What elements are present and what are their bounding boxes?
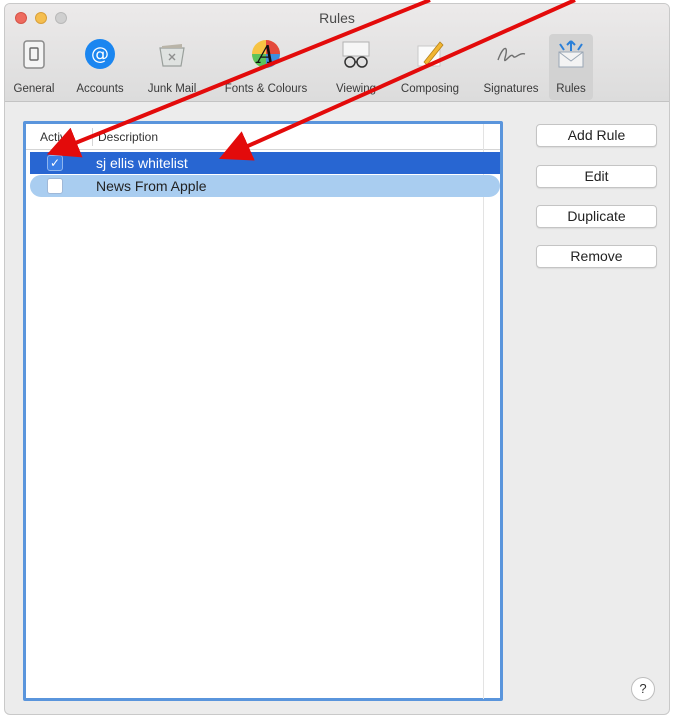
edit-button[interactable]: Edit — [536, 165, 657, 188]
svg-text:A: A — [255, 41, 274, 69]
help-button[interactable]: ? — [631, 677, 655, 701]
rules-envelope-icon — [555, 38, 587, 70]
rule-active-checkbox[interactable]: ✓ — [47, 155, 63, 171]
fonts-colours-icon: A — [250, 38, 282, 70]
tab-viewing[interactable]: Viewing — [327, 34, 385, 100]
tab-rules[interactable]: Rules — [549, 34, 593, 100]
rule-description: sj ellis whitelist — [96, 155, 188, 171]
rules-table[interactable]: Active Description ✓ sj ellis whitelist … — [23, 121, 503, 701]
column-header-description[interactable]: Description — [98, 130, 158, 144]
titlebar: Rules General @ Accounts Junk Mail A Fon… — [5, 4, 669, 102]
tab-accounts[interactable]: @ Accounts — [65, 34, 135, 100]
column-divider — [483, 124, 484, 699]
pencil-icon — [414, 38, 446, 70]
rule-description: News From Apple — [96, 178, 207, 194]
rules-pane: Active Description ✓ sj ellis whitelist … — [5, 103, 669, 714]
add-rule-button[interactable]: Add Rule — [536, 124, 657, 147]
signature-icon — [495, 38, 527, 70]
table-row[interactable]: News From Apple — [30, 175, 500, 197]
tab-general[interactable]: General — [5, 34, 63, 100]
preferences-window: Rules General @ Accounts Junk Mail A Fon… — [4, 3, 670, 715]
glasses-icon — [340, 38, 372, 70]
general-switch-icon — [18, 38, 50, 70]
window-title: Rules — [319, 10, 355, 26]
tab-junk-mail[interactable]: Junk Mail — [137, 34, 207, 100]
junk-tray-icon — [156, 38, 188, 70]
at-sign-icon: @ — [84, 38, 116, 70]
remove-button[interactable]: Remove — [536, 245, 657, 268]
column-header-active[interactable]: Active — [40, 130, 73, 144]
tab-composing[interactable]: Composing — [389, 34, 471, 100]
svg-text:@: @ — [91, 44, 109, 65]
tab-fonts-colours[interactable]: A Fonts & Colours — [209, 34, 323, 100]
tab-signatures[interactable]: Signatures — [475, 34, 547, 100]
column-divider — [92, 128, 93, 146]
rule-active-checkbox[interactable] — [47, 178, 63, 194]
table-header: Active Description — [26, 124, 500, 150]
duplicate-button[interactable]: Duplicate — [536, 205, 657, 228]
table-row[interactable]: ✓ sj ellis whitelist — [30, 152, 500, 174]
